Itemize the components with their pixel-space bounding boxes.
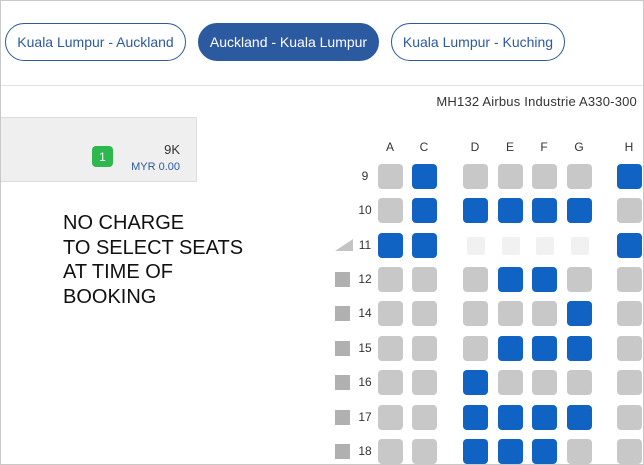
- seat-15f: [532, 336, 557, 361]
- column-letter-g: G: [574, 140, 584, 154]
- row-number: 10: [358, 203, 372, 217]
- seat-9f[interactable]: [532, 164, 557, 189]
- row-number: 14: [358, 306, 372, 320]
- row-number: 9: [361, 169, 369, 183]
- seat-12c[interactable]: [412, 267, 437, 292]
- seat-16e[interactable]: [498, 370, 523, 395]
- seat-9g[interactable]: [567, 164, 592, 189]
- seat-17a[interactable]: [378, 405, 403, 430]
- seat-11f: [536, 237, 554, 255]
- row-marker-icon: [335, 444, 350, 459]
- seat-16g[interactable]: [567, 370, 592, 395]
- column-letter-a: A: [385, 140, 394, 154]
- seat-17c[interactable]: [412, 405, 437, 430]
- seat-10a[interactable]: [378, 198, 403, 223]
- seat-16a[interactable]: [378, 370, 403, 395]
- seat-18a[interactable]: [378, 439, 403, 464]
- seat-14f[interactable]: [532, 301, 557, 326]
- row-marker-icon: [335, 375, 350, 390]
- seat-15d[interactable]: [463, 336, 488, 361]
- seat-11a: [378, 233, 403, 258]
- seat-18h[interactable]: [617, 439, 642, 464]
- seat-12e: [498, 267, 523, 292]
- seat-15h[interactable]: [617, 336, 642, 361]
- seat-16h[interactable]: [617, 370, 642, 395]
- seat-12d[interactable]: [463, 267, 488, 292]
- seat-18g[interactable]: [567, 439, 592, 464]
- seat-17g: [567, 405, 592, 430]
- exit-row-icon: [335, 239, 353, 251]
- row-number: 17: [358, 410, 372, 424]
- seat-12g[interactable]: [567, 267, 592, 292]
- row-marker-icon: [335, 341, 350, 356]
- seat-11e: [502, 237, 520, 255]
- seat-11d: [467, 237, 485, 255]
- seat-17f: [532, 405, 557, 430]
- seat-11c: [412, 233, 437, 258]
- seat-10h[interactable]: [617, 198, 642, 223]
- seat-10e: [498, 198, 523, 223]
- seat-12a[interactable]: [378, 267, 403, 292]
- seat-9h: [617, 164, 642, 189]
- seat-11g: [571, 237, 589, 255]
- seat-17h[interactable]: [617, 405, 642, 430]
- seat-16c[interactable]: [412, 370, 437, 395]
- seat-15a[interactable]: [378, 336, 403, 361]
- seat-18d: [463, 439, 488, 464]
- seat-9c: [412, 164, 437, 189]
- seat-11h: [617, 233, 642, 258]
- seat-18c[interactable]: [412, 439, 437, 464]
- seat-9e[interactable]: [498, 164, 523, 189]
- column-letter-h: H: [624, 140, 634, 154]
- row-number: 15: [358, 341, 372, 355]
- seat-14h[interactable]: [617, 301, 642, 326]
- seat-16d: [463, 370, 488, 395]
- row-number: 16: [358, 375, 372, 389]
- seat-14c[interactable]: [412, 301, 437, 326]
- seat-10f: [532, 198, 557, 223]
- screen-frame: Kuala Lumpur - Auckland Auckland - Kuala…: [0, 0, 644, 465]
- seat-map: A C D E F G H 9 10 11 12 14 15 16 17 18: [1, 1, 643, 464]
- column-letter-f: F: [540, 140, 548, 154]
- row-number: 12: [358, 272, 372, 286]
- seat-9d[interactable]: [463, 164, 488, 189]
- seat-17e: [498, 405, 523, 430]
- row-number: 11: [358, 238, 372, 252]
- seat-15c[interactable]: [412, 336, 437, 361]
- row-marker-icon: [335, 272, 350, 287]
- row-marker-icon: [335, 410, 350, 425]
- seat-14a[interactable]: [378, 301, 403, 326]
- seat-14d[interactable]: [463, 301, 488, 326]
- row-number: 18: [358, 444, 372, 458]
- column-letter-e: E: [505, 140, 514, 154]
- seat-12f: [532, 267, 557, 292]
- seat-15g: [567, 336, 592, 361]
- seat-18f: [532, 439, 557, 464]
- seat-14g: [567, 301, 592, 326]
- seat-10d: [463, 198, 488, 223]
- column-letter-d: D: [470, 140, 480, 154]
- column-letter-c: C: [419, 140, 429, 154]
- seat-10g: [567, 198, 592, 223]
- seat-16f[interactable]: [532, 370, 557, 395]
- seat-9a[interactable]: [378, 164, 403, 189]
- seat-10c: [412, 198, 437, 223]
- seat-14e[interactable]: [498, 301, 523, 326]
- seat-15e: [498, 336, 523, 361]
- seat-12h[interactable]: [617, 267, 642, 292]
- seat-17d: [463, 405, 488, 430]
- seat-18e: [498, 439, 523, 464]
- row-marker-icon: [335, 306, 350, 321]
